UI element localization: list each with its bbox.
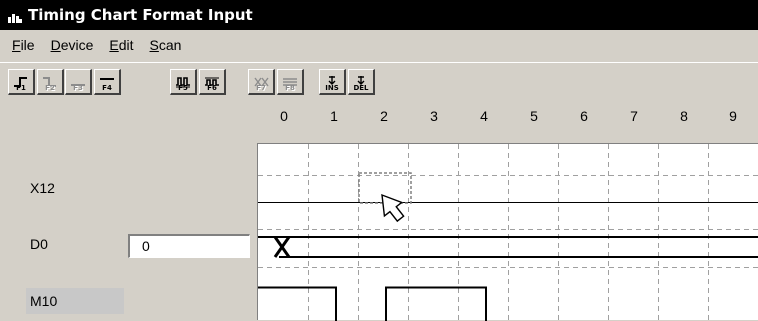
timing-chart[interactable] xyxy=(257,143,758,320)
f7-invert-pattern-button[interactable]: F7 xyxy=(248,69,275,95)
f2-falling-edge-button[interactable]: F2 xyxy=(37,69,64,95)
time-tick-9: 9 xyxy=(723,108,743,124)
delete-button[interactable]: DEL xyxy=(348,69,375,95)
f6-clock-pattern-button[interactable]: F6 xyxy=(199,69,226,95)
time-tick-6: 6 xyxy=(574,108,594,124)
m10-waveform xyxy=(258,288,486,321)
menu-edit[interactable]: Edit xyxy=(101,35,141,55)
signal-label-d0: D0 xyxy=(30,236,48,252)
f3-low-level-button[interactable]: F3 xyxy=(65,69,92,95)
time-tick-4: 4 xyxy=(474,108,494,124)
d0-value-input[interactable]: 0 xyxy=(128,234,250,258)
menu-bar: File Device Edit Scan xyxy=(0,32,758,58)
time-tick-7: 7 xyxy=(624,108,644,124)
time-tick-2: 2 xyxy=(374,108,394,124)
f5-pulse-pattern-button[interactable]: F5 xyxy=(170,69,197,95)
title-bar[interactable]: Timing Chart Format Input xyxy=(0,0,758,30)
pointer-cursor-icon xyxy=(373,188,409,225)
app-icon xyxy=(8,9,22,21)
toolbar: F1 F2 F3 F4 F5 F6 xyxy=(0,62,758,98)
time-tick-1: 1 xyxy=(324,108,344,124)
time-tick-8: 8 xyxy=(674,108,694,124)
f4-high-level-button[interactable]: F4 xyxy=(94,69,121,95)
signal-label-m10[interactable]: M10 xyxy=(26,288,124,314)
menu-scan[interactable]: Scan xyxy=(142,35,190,55)
time-tick-3: 3 xyxy=(424,108,444,124)
window-title: Timing Chart Format Input xyxy=(28,6,253,24)
time-tick-5: 5 xyxy=(524,108,544,124)
time-tick-0: 0 xyxy=(274,108,294,124)
menu-device[interactable]: Device xyxy=(43,35,102,55)
insert-button[interactable]: INS xyxy=(319,69,346,95)
menu-file[interactable]: File xyxy=(4,35,43,55)
signal-label-x12: X12 xyxy=(30,180,55,196)
f1-rising-edge-button[interactable]: F1 xyxy=(8,69,35,95)
f8-reset-level-button[interactable]: F8 xyxy=(277,69,304,95)
